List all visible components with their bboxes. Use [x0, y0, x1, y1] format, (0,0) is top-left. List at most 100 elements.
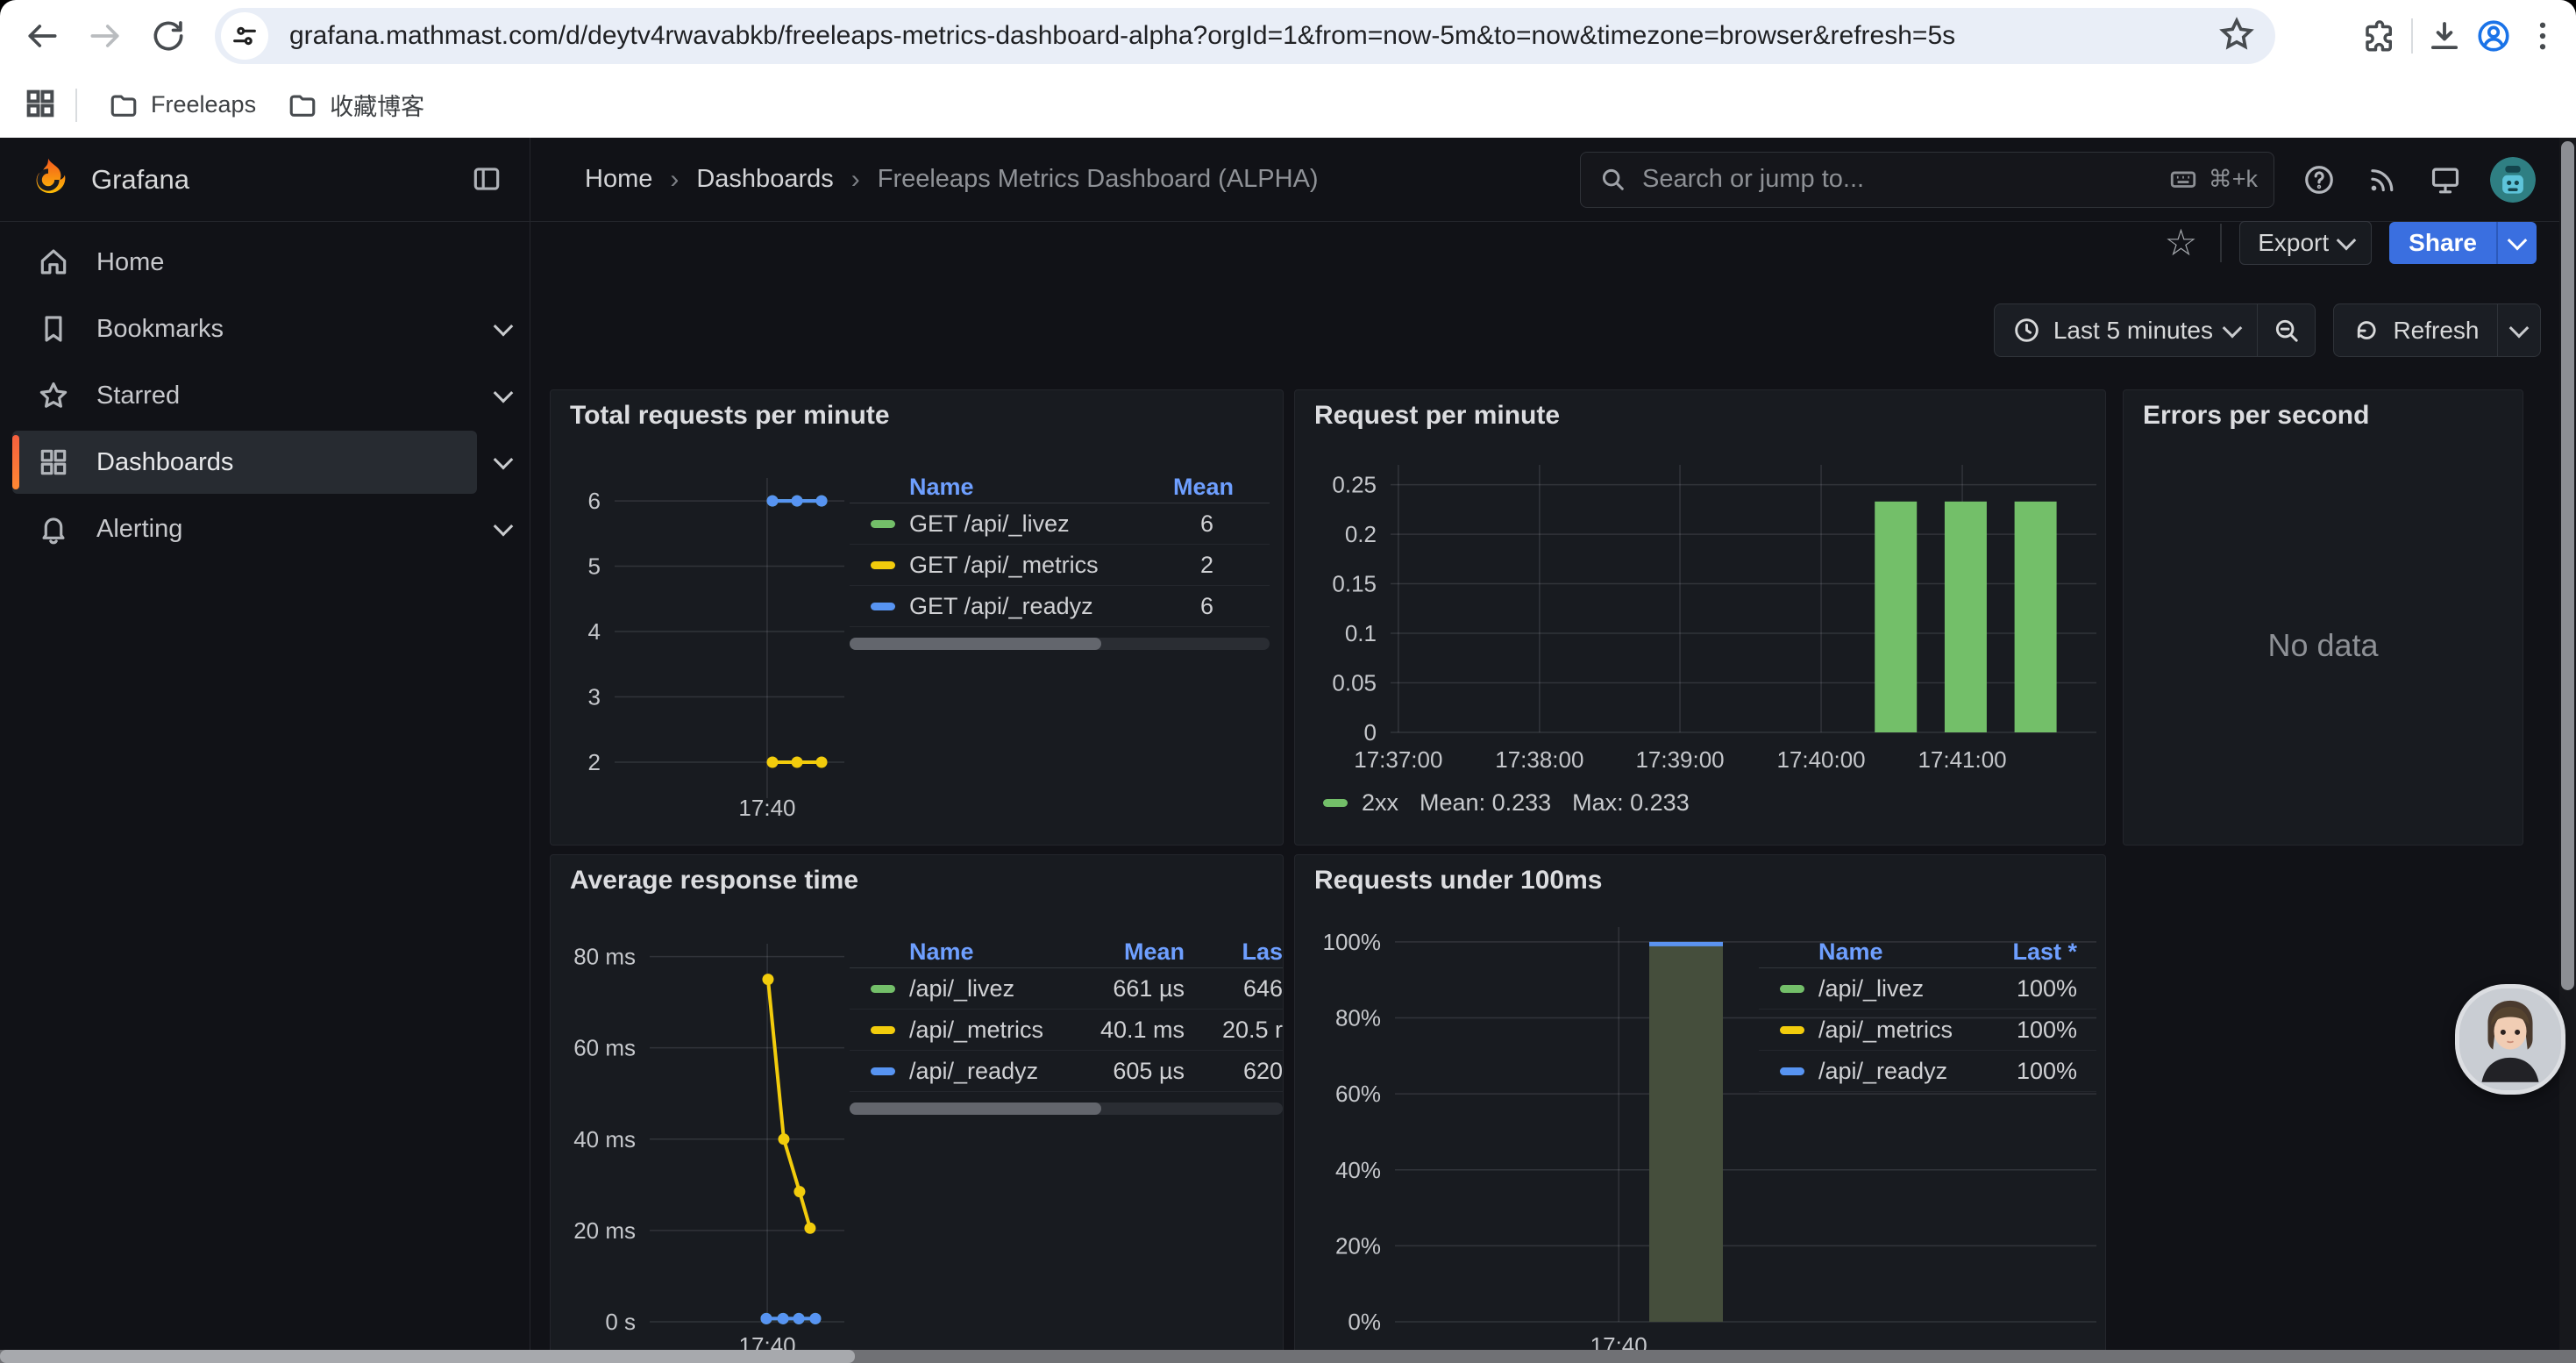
legend-scrollbar[interactable]	[850, 1103, 1283, 1115]
panel-title[interactable]: Total requests per minute	[570, 401, 890, 431]
panel-total-requests: 6543217:40 Total requests per minute Nam…	[550, 389, 1284, 846]
legend-scrollbar-thumb[interactable]	[850, 638, 1101, 650]
monitor-icon[interactable]	[2427, 161, 2464, 198]
chart-requests-under-100ms[interactable]: 100%80%60%40%20%0%17:40	[1295, 855, 2107, 1363]
bookmark-star-icon[interactable]	[2217, 15, 2259, 57]
panel-title[interactable]: Average response time	[570, 866, 858, 896]
series-max: Max: 0.233	[1572, 789, 1690, 817]
news-rss-icon[interactable]	[2364, 161, 2401, 198]
extensions-icon[interactable]	[2355, 11, 2404, 61]
assistant-avatar-widget[interactable]	[2455, 984, 2565, 1095]
chart-request-per-minute[interactable]: 0.250.20.150.10.05017:37:0017:38:0017:39…	[1295, 390, 2107, 846]
grafana-brand[interactable]: Grafana	[91, 164, 189, 196]
y-tick-label: 0.25	[1332, 472, 1377, 498]
series-name[interactable]: /api/_metrics	[909, 1017, 1053, 1044]
url-text[interactable]: grafana.mathmast.com/d/deytv4rwavabkb/fr…	[289, 21, 2217, 51]
chevron-down-icon[interactable]	[494, 517, 514, 537]
series-name[interactable]: GET /api/_metrics	[909, 552, 1173, 579]
bar	[1875, 502, 1917, 732]
time-range-button[interactable]: Last 5 minutes	[1995, 304, 2257, 356]
series-name[interactable]: /api/_readyz	[1818, 1058, 1982, 1085]
help-icon[interactable]	[2301, 161, 2338, 198]
user-avatar[interactable]	[2490, 157, 2536, 203]
address-bar[interactable]: grafana.mathmast.com/d/deytv4rwavabkb/fr…	[215, 8, 2275, 64]
site-settings-icon[interactable]	[221, 12, 268, 60]
legend-column-header[interactable]: Last *	[1982, 938, 2096, 966]
toolbar-right-icons	[2355, 11, 2567, 61]
series-name[interactable]: /api/_metrics	[1818, 1017, 1982, 1044]
zoom-out-button[interactable]	[2258, 304, 2315, 356]
refresh-interval-button[interactable]	[2498, 304, 2540, 356]
sidebar-item-starred[interactable]: Starred	[12, 364, 477, 427]
download-icon[interactable]	[2420, 11, 2469, 61]
legend-header: NameMean	[850, 471, 1270, 503]
browser-window: grafana.mathmast.com/d/deytv4rwavabkb/fr…	[0, 0, 2576, 1363]
series-color-pill	[1780, 985, 1804, 993]
series-color-pill	[871, 1067, 895, 1075]
breadcrumb-dashboards[interactable]: Dashboards	[696, 165, 833, 194]
profile-icon[interactable]	[2469, 11, 2518, 61]
sidebar-item-bookmarks[interactable]: Bookmarks	[12, 297, 477, 360]
legend-scrollbar[interactable]	[850, 638, 1270, 650]
vertical-scrollbar[interactable]	[2559, 138, 2576, 1363]
menu-kebab-icon[interactable]	[2518, 11, 2567, 61]
series-color-pill	[1780, 1067, 1804, 1075]
chevron-down-icon[interactable]	[494, 450, 514, 470]
back-icon[interactable]	[18, 11, 67, 61]
series-name[interactable]: GET /api/_livez	[909, 510, 1173, 538]
legend-table: NameMeanLas/api/_livez661 µs646/api/_met…	[850, 936, 1283, 1115]
series-name[interactable]: /api/_livez	[909, 975, 1053, 1003]
series-name[interactable]: /api/_livez	[1818, 975, 1982, 1003]
panel-title[interactable]: Requests under 100ms	[1314, 866, 1602, 896]
breadcrumb-home[interactable]: Home	[585, 165, 652, 194]
clock-icon	[2012, 316, 2041, 345]
favorite-star-icon[interactable]: ☆	[2165, 225, 2198, 261]
series-value: 100%	[1982, 1058, 2096, 1085]
legend-column-header[interactable]: Las	[1185, 938, 1283, 966]
series-name[interactable]: 2xx	[1362, 789, 1398, 817]
y-tick-label: 4	[588, 618, 601, 645]
sidebar-toggle-icon[interactable]	[470, 162, 505, 197]
legend-table: NameLast */api/_livez100%/api/_metrics10…	[1759, 936, 2096, 1092]
series-point	[816, 757, 828, 768]
bell-icon	[37, 512, 70, 546]
bookmark-icon	[37, 312, 70, 346]
legend-scrollbar-thumb[interactable]	[850, 1103, 1101, 1115]
legend-column-header[interactable]: Mean	[1053, 938, 1185, 966]
share-button[interactable]: Share	[2389, 222, 2496, 264]
reload-icon[interactable]	[144, 11, 193, 61]
sidebar-item-dashboards[interactable]: Dashboards	[12, 431, 477, 494]
vertical-scrollbar-thumb[interactable]	[2561, 141, 2574, 990]
y-tick-label: 40%	[1335, 1157, 1381, 1183]
legend-column-header[interactable]: Name	[850, 474, 1173, 501]
chevron-down-icon[interactable]	[494, 383, 514, 403]
folder-icon	[288, 90, 317, 120]
panel-title[interactable]: Errors per second	[2143, 401, 2369, 431]
legend-column-header[interactable]: Mean	[1173, 474, 1270, 501]
legend-column-header[interactable]: Name	[850, 938, 1053, 966]
series-color-pill	[871, 561, 895, 569]
panel-errors-per-second: Errors per second No data	[2123, 389, 2523, 846]
share-menu-button[interactable]	[2496, 222, 2537, 264]
grafana-logo[interactable]	[25, 156, 72, 203]
horizontal-scrollbar[interactable]	[0, 1350, 2576, 1363]
sidebar-item-alerting[interactable]: Alerting	[12, 497, 477, 560]
bookmark-folder-freeleaps[interactable]: Freeleaps	[93, 83, 272, 127]
apps-grid-icon[interactable]	[23, 86, 61, 125]
series-color-pill	[1780, 1026, 1804, 1034]
bookmark-folder-blogs[interactable]: 收藏博客	[272, 81, 440, 129]
sidebar-item-home[interactable]: Home	[12, 231, 477, 294]
chevron-down-icon	[2337, 231, 2357, 251]
bar	[1649, 942, 1723, 1322]
chevron-down-icon[interactable]	[494, 317, 514, 337]
search-input[interactable]: Search or jump to... ⌘+k	[1580, 152, 2274, 208]
y-tick-label: 100%	[1323, 929, 1382, 955]
export-button[interactable]: Export	[2239, 221, 2372, 265]
horizontal-scrollbar-thumb[interactable]	[0, 1350, 855, 1363]
series-name[interactable]: GET /api/_readyz	[909, 593, 1173, 620]
refresh-button[interactable]: Refresh	[2334, 304, 2496, 356]
series-name[interactable]: /api/_readyz	[909, 1058, 1053, 1085]
legend-column-header[interactable]: Name	[1759, 938, 1982, 966]
panel-title[interactable]: Request per minute	[1314, 401, 1560, 431]
folder-icon	[109, 90, 139, 120]
